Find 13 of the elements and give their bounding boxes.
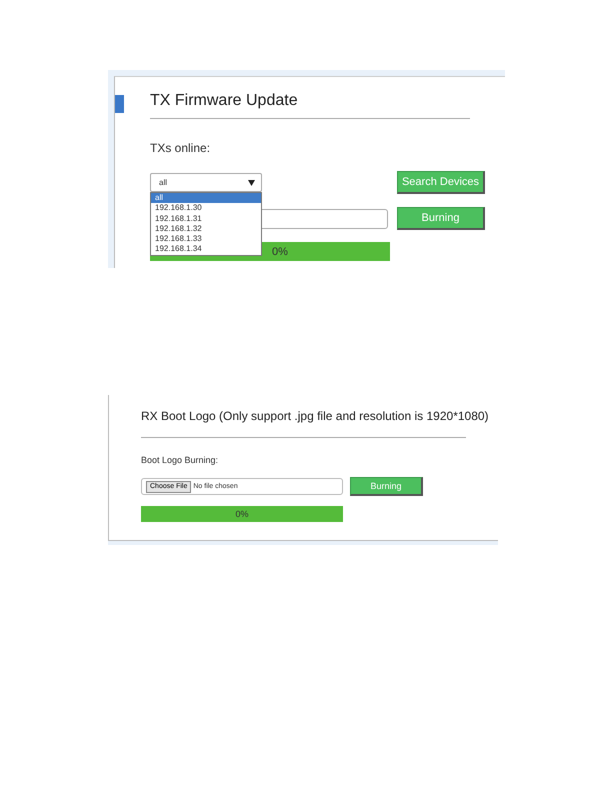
field-label: TXs online: bbox=[150, 141, 212, 155]
dropdown-option[interactable]: 192.168.1.33 bbox=[151, 234, 261, 244]
caret-icon bbox=[248, 180, 255, 186]
dropdown-option[interactable]: 192.168.1.30 bbox=[151, 203, 261, 214]
section-title: RX Boot Logo (Only support .jpg file and resolution is 1920*1080) bbox=[141, 408, 490, 424]
field-label: Boot Logo Burning: bbox=[141, 455, 220, 465]
dropdown-option[interactable]: all bbox=[151, 193, 261, 204]
section-title: TX Firmware Update bbox=[150, 91, 299, 110]
dropdown-option[interactable]: 192.168.1.31 bbox=[151, 214, 261, 224]
dropdown-option[interactable]: 192.168.1.32 bbox=[151, 224, 261, 234]
dropdown-option[interactable]: 192.168.1.34 bbox=[151, 244, 261, 255]
progress-text: 0% bbox=[235, 509, 248, 519]
progress-text: 0% bbox=[272, 246, 288, 258]
